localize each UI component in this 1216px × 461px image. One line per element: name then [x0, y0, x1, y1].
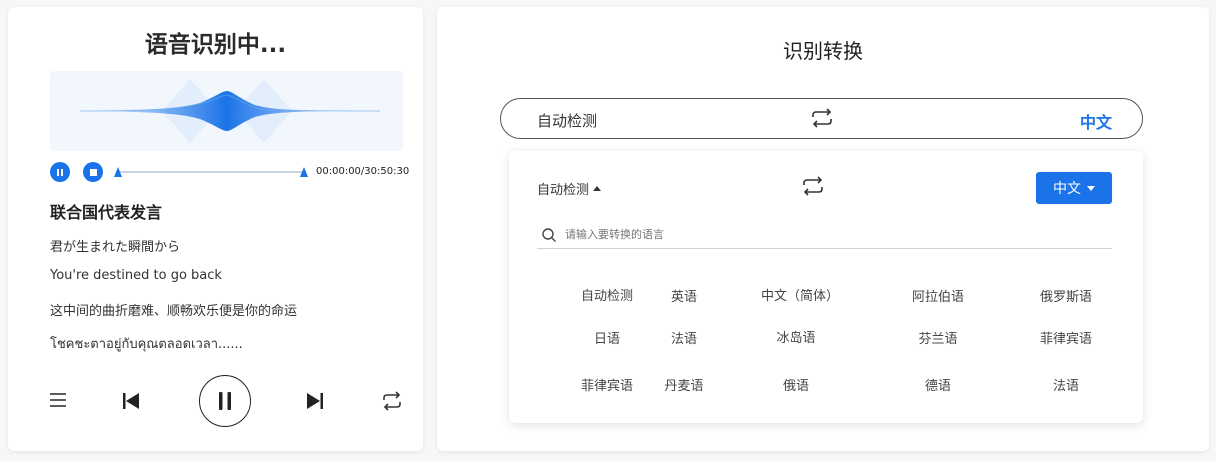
language-option[interactable]: 中文（简体）: [761, 285, 839, 304]
language-option[interactable]: 俄语: [783, 375, 809, 394]
language-option[interactable]: 菲律宾语: [581, 375, 633, 394]
language-search-box: [537, 221, 1112, 249]
language-option[interactable]: 日语: [594, 328, 620, 347]
list-icon: [50, 393, 66, 407]
language-option[interactable]: 菲律宾语: [1040, 328, 1092, 347]
recognition-status-title: 语音识别中...: [144, 32, 287, 58]
caret-down-icon: [1087, 185, 1095, 191]
dropdown-swap-button[interactable]: [801, 175, 825, 199]
caret-up-icon: [593, 186, 602, 191]
language-option[interactable]: 法语: [1053, 375, 1079, 394]
next-button[interactable]: [304, 390, 326, 412]
conversion-card: 识别转换 自动检测 中文 自动检测 中文 请输入要转换的语言 自动检测 英语 中…: [437, 7, 1209, 451]
source-language-select[interactable]: 自动检测: [537, 110, 597, 131]
language-option[interactable]: 冰岛语: [776, 327, 815, 346]
language-search-input[interactable]: [565, 228, 1085, 241]
dropdown-source-label: 自动检测: [537, 183, 590, 198]
pause-recognition-button[interactable]: [50, 162, 70, 182]
dropdown-target-label: 中文: [1053, 181, 1081, 197]
pause-icon: [57, 168, 63, 176]
stop-icon: [89, 168, 97, 176]
language-option[interactable]: 法语: [671, 328, 697, 347]
language-option[interactable]: 俄罗斯语: [1040, 286, 1092, 305]
progress-track[interactable]: [118, 171, 304, 173]
repeat-icon: [383, 391, 401, 411]
transcript-line: 君が生まれた瞬間から: [50, 240, 181, 255]
conversion-title: 识别转换: [783, 39, 863, 63]
stop-recognition-button[interactable]: [83, 162, 103, 182]
time-readout: 00:00:00/30:50:30: [316, 166, 410, 177]
play-pause-button[interactable]: [199, 375, 251, 427]
previous-button[interactable]: [120, 390, 142, 412]
language-dropdown-panel: 自动检测 中文 自动检测 英语 中文（简体） 阿拉伯语 俄: [509, 151, 1143, 423]
progress-end-handle[interactable]: [300, 167, 308, 177]
skip-previous-icon: [123, 393, 139, 409]
swap-icon: [812, 108, 832, 128]
dropdown-target-button[interactable]: 中文: [1036, 172, 1112, 204]
language-option[interactable]: 德语: [925, 375, 951, 394]
language-option[interactable]: 阿拉伯语: [912, 286, 964, 305]
transcript-line: You're destined to go back: [50, 268, 222, 283]
language-selector-bar: 自动检测 中文: [500, 98, 1143, 139]
transcript-line: 这中间的曲折磨难、顺畅欢乐便是你的命运: [50, 304, 298, 319]
repeat-button[interactable]: [380, 389, 404, 413]
search-icon: [542, 227, 556, 242]
language-option[interactable]: 英语: [671, 286, 697, 305]
dropdown-source-select[interactable]: 自动检测: [537, 179, 602, 198]
swap-icon: [803, 176, 823, 196]
skip-next-icon: [307, 393, 323, 409]
language-option[interactable]: 芬兰语: [918, 328, 957, 347]
transcript-line: โชคชะตาอยู่กับคุณตลอดเวลา......: [50, 337, 243, 352]
voice-waveform: [50, 71, 403, 151]
language-option[interactable]: 丹麦语: [664, 375, 703, 394]
recognition-player-card: 语音识别中... 00:00:00/30:50:30 联合国代表发言 君が生まれ…: [8, 7, 423, 451]
pause-icon: [219, 392, 231, 410]
playlist-button[interactable]: [48, 390, 68, 410]
transcript-title: 联合国代表发言: [50, 203, 163, 222]
language-option[interactable]: 自动检测: [581, 285, 633, 304]
progress-start-handle[interactable]: [114, 167, 122, 177]
target-language-select[interactable]: 中文: [1080, 109, 1112, 133]
swap-languages-button[interactable]: [810, 107, 834, 131]
